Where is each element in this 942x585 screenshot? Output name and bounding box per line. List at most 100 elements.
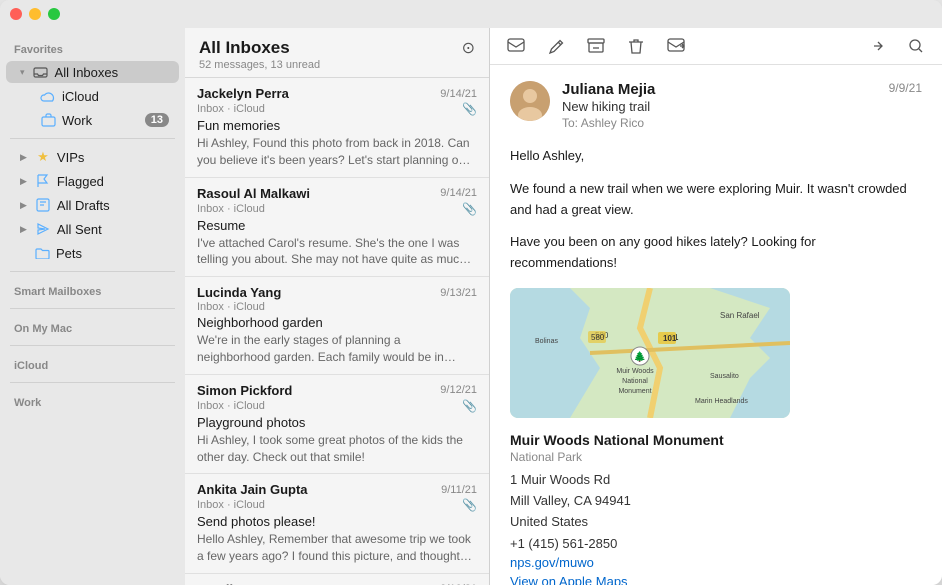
sidebar: Favorites ▾ All Inboxes xyxy=(0,28,185,585)
message-subject-3: Playground photos xyxy=(197,415,477,430)
sidebar-item-all-drafts[interactable]: ▶ All Drafts xyxy=(6,194,179,216)
main-content: Favorites ▾ All Inboxes xyxy=(0,28,942,585)
message-date-1: 9/14/21 xyxy=(440,187,477,199)
location-name: Muir Woods National Monument xyxy=(510,432,922,448)
briefcase-icon xyxy=(40,112,56,128)
email-subject-line: New hiking trail xyxy=(562,99,889,114)
message-inbox-2: Inbox · iCloud xyxy=(197,301,265,313)
drafts-icon xyxy=(35,197,51,213)
message-date-3: 9/12/21 xyxy=(440,384,477,396)
trash-icon[interactable] xyxy=(626,36,646,56)
email-body-p2: Have you been on any good hikes lately? … xyxy=(510,232,922,274)
compose-icon[interactable] xyxy=(546,36,566,56)
mail-window: Favorites ▾ All Inboxes xyxy=(0,0,942,585)
message-item-2[interactable]: Lucinda Yang 9/13/21 Inbox · iCloud Neig… xyxy=(185,277,489,375)
email-content: Hello Ashley, We found a new trail when … xyxy=(510,146,922,274)
cloud-icon xyxy=(40,88,56,104)
sent-icon xyxy=(35,221,51,237)
close-button[interactable] xyxy=(10,8,22,20)
sidebar-item-flagged[interactable]: ▶ Flagged xyxy=(6,170,179,192)
chevron-right-icon-drafts: ▶ xyxy=(20,200,27,211)
pets-label: Pets xyxy=(56,246,169,261)
more-icon[interactable] xyxy=(866,36,886,56)
location-website[interactable]: nps.gov/muwo xyxy=(510,555,922,570)
message-preview-1: I've attached Carol's resume. She's the … xyxy=(197,235,477,269)
work-badge: 13 xyxy=(145,113,169,127)
message-subject-1: Resume xyxy=(197,218,477,233)
address-line1: 1 Muir Woods Rd xyxy=(510,472,610,487)
flag-icon xyxy=(35,173,51,189)
attachment-icon-0: 📎 xyxy=(462,102,477,116)
address-line2: Mill Valley, CA 94941 xyxy=(510,493,631,508)
sidebar-item-all-inboxes[interactable]: ▾ All Inboxes xyxy=(6,61,179,83)
apple-maps-link[interactable]: View on Apple Maps xyxy=(510,574,628,585)
message-preview-3: Hi Ashley, I took some great photos of t… xyxy=(197,432,477,466)
maximize-button[interactable] xyxy=(48,8,60,20)
message-item-header-2: Lucinda Yang 9/13/21 xyxy=(197,285,477,300)
favorites-label: Favorites xyxy=(0,36,185,60)
move-icon[interactable] xyxy=(666,36,686,56)
attachment-icon-3: 📎 xyxy=(462,399,477,413)
map-container[interactable]: 101 101 580 580 Bolinas San Rafael Muir … xyxy=(510,288,790,418)
message-item-3[interactable]: Simon Pickford 9/12/21 Inbox · iCloud 📎 … xyxy=(185,375,489,475)
messages-container[interactable]: Jackelyn Perra 9/14/21 Inbox · iCloud 📎 … xyxy=(185,78,489,585)
svg-text:Bolinas: Bolinas xyxy=(535,338,558,345)
email-body-p0: Hello Ashley, xyxy=(510,146,922,167)
address-line3: United States xyxy=(510,514,588,529)
email-date-detail: 9/9/21 xyxy=(889,81,922,95)
search-icon[interactable] xyxy=(906,36,926,56)
message-inbox-1: Inbox · iCloud xyxy=(197,203,265,215)
svg-text:101: 101 xyxy=(663,334,677,343)
titlebar xyxy=(0,0,942,28)
minimize-button[interactable] xyxy=(29,8,41,20)
message-meta-4: Inbox · iCloud 📎 xyxy=(197,498,477,512)
message-preview-4: Hello Ashley, Remember that awesome trip… xyxy=(197,531,477,565)
message-sender-1: Rasoul Al Malkawi xyxy=(197,186,310,201)
message-item-0[interactable]: Jackelyn Perra 9/14/21 Inbox · iCloud 📎 … xyxy=(185,78,489,178)
message-list-header: All Inboxes ⊙ 52 messages, 13 unread xyxy=(185,28,489,78)
sidebar-item-vips[interactable]: ▶ ★ VIPs xyxy=(6,146,179,168)
work-label: Work xyxy=(62,113,139,128)
filter-icon[interactable]: ⊙ xyxy=(462,38,475,58)
message-subject-4: Send photos please! xyxy=(197,514,477,529)
sidebar-item-all-sent[interactable]: ▶ All Sent xyxy=(6,218,179,240)
message-preview-2: We're in the early stages of planning a … xyxy=(197,332,477,366)
message-sender-0: Jackelyn Perra xyxy=(197,86,289,101)
message-meta-0: Inbox · iCloud 📎 xyxy=(197,102,477,116)
reply-icon[interactable] xyxy=(506,36,526,56)
attachment-icon-4: 📎 xyxy=(462,498,477,512)
message-sender-2: Lucinda Yang xyxy=(197,285,281,300)
message-date-0: 9/14/21 xyxy=(440,88,477,100)
archive-icon[interactable] xyxy=(586,36,606,56)
chevron-right-icon-vips: ▶ xyxy=(20,152,27,163)
message-subject-0: Fun memories xyxy=(197,118,477,133)
sidebar-item-pets[interactable]: Pets xyxy=(6,242,179,264)
message-item-1[interactable]: Rasoul Al Malkawi 9/14/21 Inbox · iCloud… xyxy=(185,178,489,278)
svg-text:Monument: Monument xyxy=(618,388,651,395)
message-item-4[interactable]: Ankita Jain Gupta 9/11/21 Inbox · iCloud… xyxy=(185,474,489,574)
email-body[interactable]: Juliana Mejia New hiking trail To: Ashle… xyxy=(490,65,942,585)
svg-text:San Rafael: San Rafael xyxy=(720,311,760,320)
to-recipient: Ashley Rico xyxy=(581,116,644,130)
location-card: Muir Woods National Monument National Pa… xyxy=(510,432,922,585)
sidebar-divider-4 xyxy=(10,345,175,346)
vips-label: VIPs xyxy=(57,150,169,165)
message-sender-3: Simon Pickford xyxy=(197,383,292,398)
all-inboxes-label: All Inboxes xyxy=(55,65,169,80)
email-from: Juliana Mejia xyxy=(562,81,889,98)
all-sent-label: All Sent xyxy=(57,222,169,237)
message-date-4: 9/11/21 xyxy=(441,484,477,496)
message-item-header-0: Jackelyn Perra 9/14/21 xyxy=(197,86,477,101)
chevron-right-icon-flagged: ▶ xyxy=(20,176,27,187)
sidebar-divider-5 xyxy=(10,382,175,383)
chevron-right-icon-sent: ▶ xyxy=(20,224,27,235)
message-item-header-4: Ankita Jain Gupta 9/11/21 xyxy=(197,482,477,497)
sidebar-item-work[interactable]: Work 13 xyxy=(6,109,179,131)
sidebar-item-icloud[interactable]: iCloud xyxy=(6,85,179,107)
email-header: Juliana Mejia New hiking trail To: Ashle… xyxy=(510,81,922,130)
sidebar-divider-3 xyxy=(10,308,175,309)
message-item-5[interactable]: Geetika Kapoor 9/10/21 Inbox · iCloud Th… xyxy=(185,574,489,585)
message-list: All Inboxes ⊙ 52 messages, 13 unread Jac… xyxy=(185,28,490,585)
message-subject-2: Neighborhood garden xyxy=(197,315,477,330)
email-to: To: Ashley Rico xyxy=(562,116,889,130)
